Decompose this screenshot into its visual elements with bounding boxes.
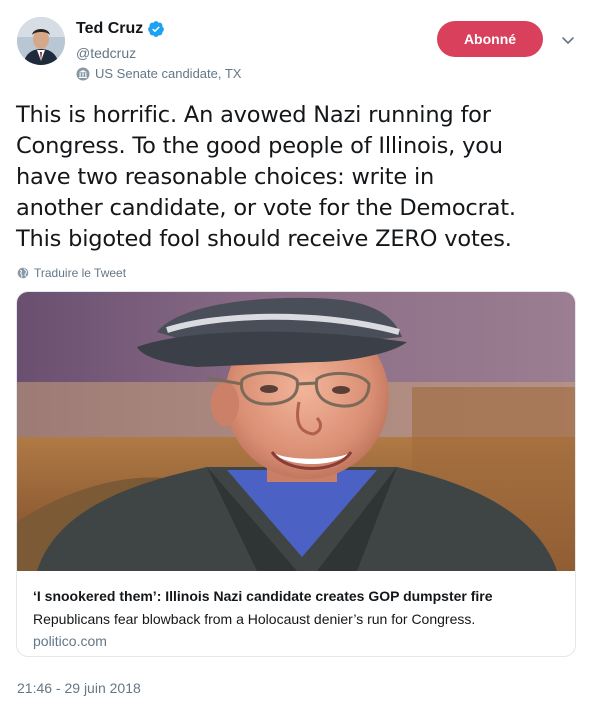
tweet: Ted Cruz @tedcruz US Senate candidate, T… <box>0 0 603 705</box>
name-row: Ted Cruz <box>76 20 165 38</box>
translate-tweet-label: Traduire le Tweet <box>34 266 127 280</box>
tweet-timestamp[interactable]: 21:46 - 29 juin 2018 <box>17 680 141 696</box>
user-handle[interactable]: @tedcruz <box>76 45 136 61</box>
card-title[interactable]: ‘I snookered them’: Illinois Nazi candid… <box>33 588 493 604</box>
card-image <box>17 292 575 571</box>
card-domain: politico.com <box>33 633 107 649</box>
link-card[interactable]: ‘I snookered them’: Illinois Nazi candid… <box>16 291 576 657</box>
chevron-down-icon[interactable] <box>561 33 575 44</box>
avatar[interactable] <box>17 17 65 65</box>
avatar-image <box>17 17 65 65</box>
tweet-text: This is horrific. An avowed Nazi running… <box>16 102 516 252</box>
account-label: US Senate candidate, TX <box>76 66 241 81</box>
account-label-text: US Senate candidate, TX <box>95 66 242 81</box>
translate-tweet-link[interactable]: Traduire le Tweet <box>17 266 126 280</box>
globe-icon <box>17 267 29 279</box>
card-description: Republicans fear blowback from a Holocau… <box>33 611 476 627</box>
government-building-icon <box>76 67 90 81</box>
verified-badge-icon <box>147 20 165 38</box>
user-name[interactable]: Ted Cruz <box>76 20 143 38</box>
following-button[interactable]: Abonné <box>437 21 543 57</box>
